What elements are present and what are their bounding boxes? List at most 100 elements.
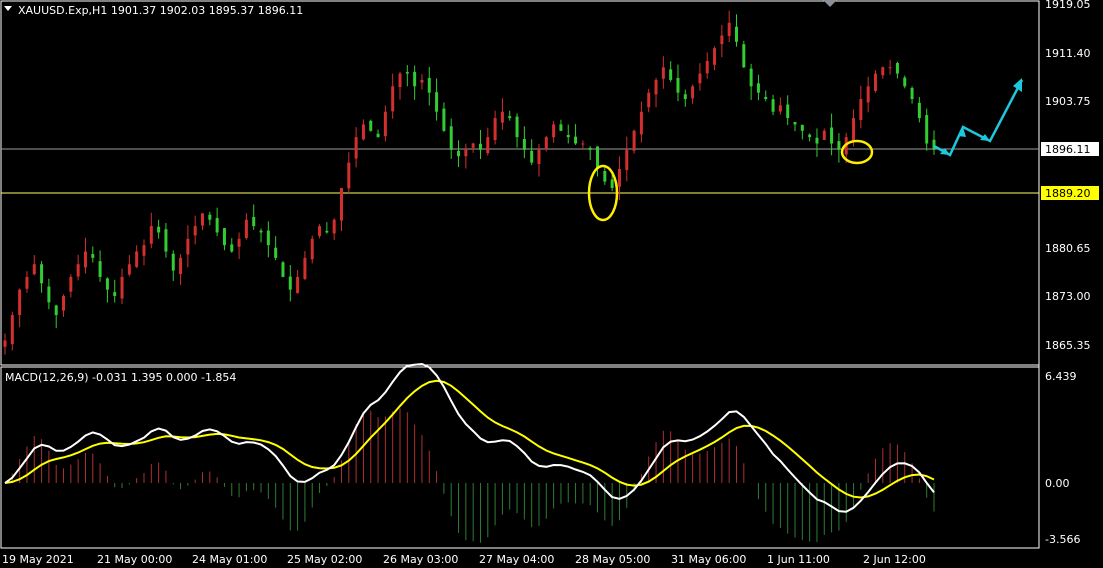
candle-body bbox=[478, 143, 482, 150]
level-price-label: 1889.20 bbox=[1045, 187, 1091, 200]
candle-body bbox=[332, 219, 336, 234]
candle-body bbox=[778, 105, 782, 112]
candle-body bbox=[895, 63, 899, 74]
candle-body bbox=[661, 67, 665, 79]
candle-body bbox=[873, 73, 877, 91]
candle-body bbox=[288, 276, 292, 290]
candle-body bbox=[610, 179, 614, 188]
candle-body bbox=[647, 92, 651, 108]
candle-body bbox=[157, 226, 161, 233]
candle-body bbox=[925, 115, 929, 144]
time-tick-5: 26 May 03:00 bbox=[383, 553, 458, 566]
candle-body bbox=[596, 146, 600, 169]
candle-body bbox=[149, 226, 153, 244]
candle-body bbox=[186, 238, 190, 255]
candle-body bbox=[339, 187, 343, 221]
candle-body bbox=[208, 214, 212, 220]
candle-body bbox=[720, 35, 724, 45]
candle-body bbox=[486, 137, 490, 154]
candle-body bbox=[347, 162, 351, 189]
candle-body bbox=[932, 139, 936, 150]
candle-body bbox=[522, 139, 526, 150]
candle-body bbox=[515, 116, 519, 138]
candle-body bbox=[749, 68, 753, 87]
candle-body bbox=[310, 238, 314, 260]
current-price-label: 1896.11 bbox=[1045, 143, 1091, 156]
candle-body bbox=[632, 130, 636, 151]
candle-body bbox=[581, 143, 585, 145]
price-tick-3: 1903.75 bbox=[1045, 95, 1091, 108]
candle-body bbox=[859, 99, 863, 121]
candle-body bbox=[179, 257, 183, 275]
candle-body bbox=[552, 124, 556, 138]
candle-body bbox=[903, 77, 907, 87]
candle-body bbox=[457, 150, 461, 157]
candle-body bbox=[742, 44, 746, 68]
scroll-marker-icon[interactable] bbox=[823, 0, 837, 7]
candle-body bbox=[881, 67, 885, 76]
candle-body bbox=[120, 276, 124, 299]
candle-body bbox=[639, 111, 643, 135]
candle-body bbox=[413, 71, 417, 87]
candle-body bbox=[274, 247, 278, 258]
candle-body bbox=[683, 94, 687, 100]
candle-body bbox=[705, 60, 709, 74]
candle-body bbox=[113, 292, 117, 296]
candle-body bbox=[259, 230, 263, 233]
candle-body bbox=[442, 108, 446, 131]
candle-body bbox=[815, 137, 819, 144]
candle-body bbox=[793, 121, 797, 125]
time-tick-6: 27 May 04:00 bbox=[479, 553, 554, 566]
candle-body bbox=[222, 228, 226, 246]
candle-body bbox=[822, 130, 826, 140]
candle-body bbox=[127, 264, 131, 275]
candle-body bbox=[830, 127, 834, 144]
candle-body bbox=[435, 92, 439, 112]
candle-body bbox=[837, 141, 841, 150]
candle-body bbox=[654, 79, 658, 95]
price-tick-1: 1919.05 bbox=[1045, 0, 1091, 11]
candle-body bbox=[625, 149, 629, 171]
candle-body bbox=[325, 230, 329, 233]
macd-header: MACD(12,26,9) -0.031 1.395 0.000 -1.854 bbox=[5, 371, 236, 384]
candle-body bbox=[800, 124, 804, 131]
candle-body bbox=[376, 133, 380, 138]
collapse-triangle-icon[interactable] bbox=[4, 6, 12, 11]
candle-body bbox=[40, 264, 44, 284]
candle-body bbox=[193, 226, 197, 236]
candle-body bbox=[142, 245, 146, 256]
candle-body bbox=[888, 67, 892, 69]
candle-body bbox=[756, 83, 760, 93]
candle-body bbox=[171, 253, 175, 271]
time-tick-7: 28 May 05:00 bbox=[575, 553, 650, 566]
candle-body bbox=[69, 276, 73, 292]
candle-body bbox=[25, 276, 29, 289]
candle-body bbox=[383, 111, 387, 137]
candle-body bbox=[303, 257, 307, 280]
candle-body bbox=[391, 86, 395, 112]
candle-body bbox=[10, 315, 14, 345]
candle-body bbox=[252, 216, 256, 227]
candle-body bbox=[369, 120, 373, 131]
candle-body bbox=[771, 99, 775, 112]
candle-body bbox=[544, 137, 548, 150]
candle-body bbox=[559, 124, 563, 131]
candle-body bbox=[266, 230, 270, 246]
price-tick-7: 1873.00 bbox=[1045, 290, 1091, 303]
candle-body bbox=[852, 118, 856, 142]
candle-body bbox=[83, 251, 87, 268]
candle-body bbox=[76, 264, 80, 277]
candle-body bbox=[230, 244, 234, 252]
candle-body bbox=[164, 229, 168, 252]
candle-body bbox=[18, 289, 22, 316]
candle-body bbox=[405, 72, 409, 74]
macd-panel-frame bbox=[0, 366, 1040, 549]
candle-body bbox=[354, 137, 358, 159]
candle-body bbox=[47, 286, 51, 303]
candle-body bbox=[917, 102, 921, 119]
candle-body bbox=[808, 134, 812, 138]
candle-body bbox=[764, 96, 768, 100]
candle-body bbox=[361, 124, 365, 140]
candle-body bbox=[398, 73, 402, 88]
candle-body bbox=[244, 219, 248, 238]
